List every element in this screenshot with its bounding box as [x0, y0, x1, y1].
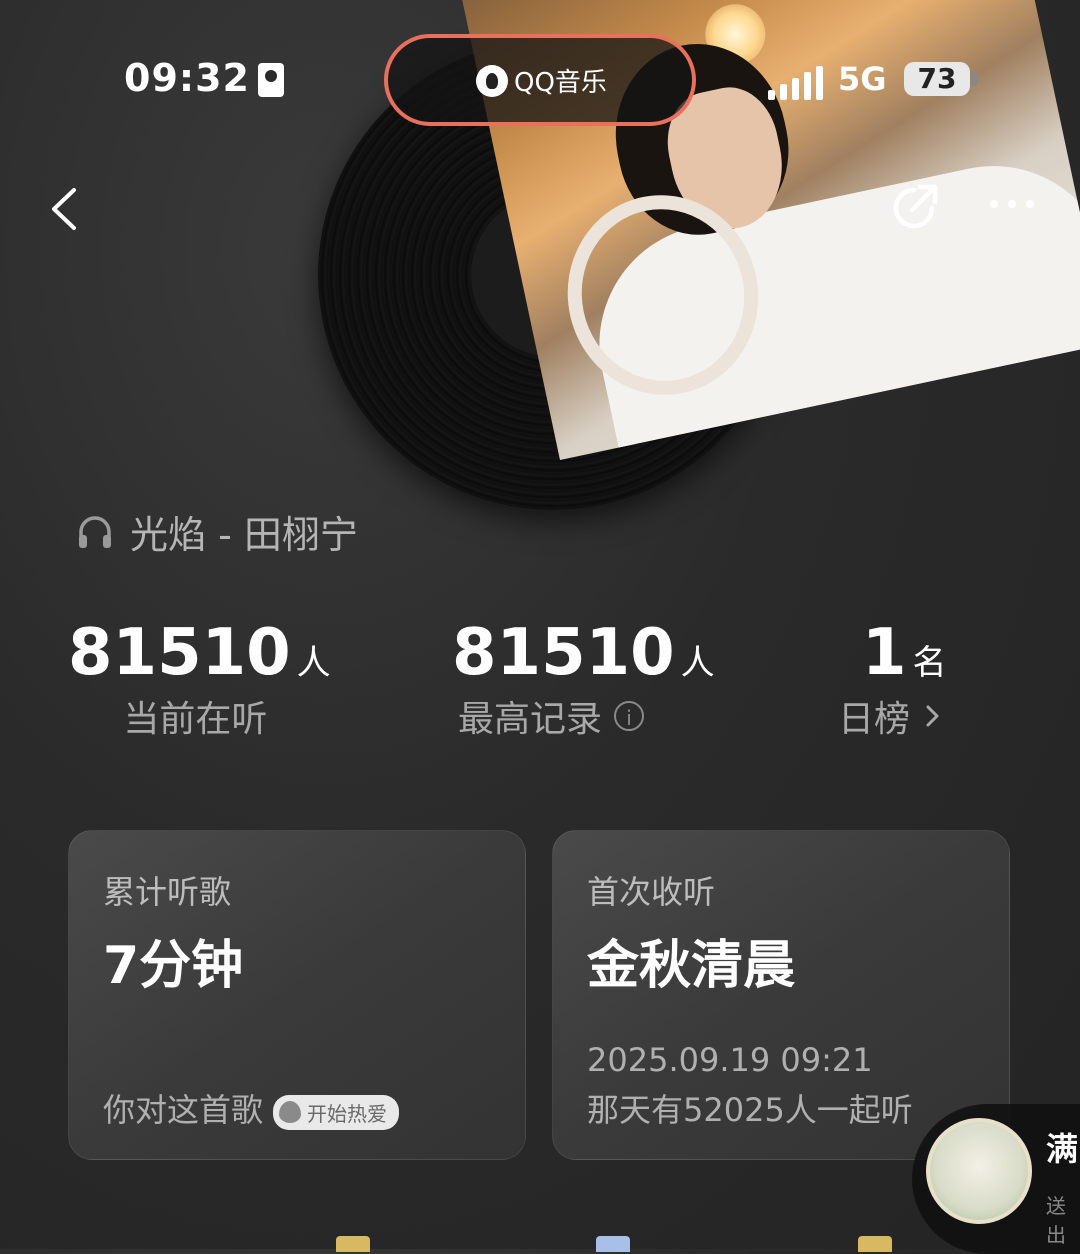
stat-current-unit: 人 — [296, 643, 331, 683]
first-listen-value: 金秋清晨 — [587, 936, 796, 996]
qq-music-icon — [476, 64, 508, 97]
app-indicator: QQ音乐 — [476, 62, 607, 99]
stat-rank-label: 日榜 — [838, 699, 911, 740]
share-icon[interactable] — [888, 182, 940, 234]
stat-rank-unit: 名 — [912, 643, 947, 683]
avatar[interactable] — [926, 1118, 1032, 1224]
stat-record-unit: 人 — [680, 643, 715, 683]
stat-record[interactable]: 81510 人 最高记录 i — [452, 616, 715, 742]
network-type: 5G — [838, 60, 887, 98]
app-name: QQ音乐 — [514, 68, 607, 98]
headphones-icon — [79, 515, 111, 548]
floating-widget-subtext: 送出 — [1046, 1194, 1066, 1247]
signal-icon — [768, 66, 823, 100]
flame-icon — [279, 1101, 302, 1123]
back-icon[interactable] — [44, 186, 86, 232]
total-listen-label: 累计听歌 — [103, 873, 232, 911]
stat-current-value: 81510 — [68, 616, 291, 690]
stat-daily-rank[interactable]: 1名 日榜 — [838, 616, 947, 742]
id-card-icon — [258, 63, 284, 97]
first-listen-label: 首次收听 — [587, 873, 716, 911]
bottom-decoration — [596, 1236, 630, 1252]
total-listen-value: 7分钟 — [103, 936, 244, 996]
bottom-decoration — [858, 1236, 892, 1252]
total-listen-card[interactable]: 累计听歌 7分钟 你对这首歌 开始热爱 — [68, 830, 526, 1160]
info-icon[interactable]: i — [614, 701, 645, 731]
total-listen-footer: 你对这首歌 开始热爱 — [103, 1085, 400, 1131]
status-time: 09:32 — [124, 56, 250, 100]
stat-current: 81510 人 当前在听 — [68, 616, 331, 742]
first-listen-footer: 那天有52025人一起听 — [587, 1091, 913, 1129]
stat-current-label: 当前在听 — [123, 699, 268, 740]
more-icon[interactable] — [990, 200, 1034, 208]
chevron-right-icon — [926, 705, 939, 727]
battery-tip — [972, 72, 978, 86]
first-listen-card[interactable]: 首次收听 金秋清晨 2025.09.19 09:21 那天有52025人一起听 — [552, 830, 1010, 1160]
stat-record-label: 最高记录 — [458, 699, 603, 740]
total-listen-footer-text: 你对这首歌 — [103, 1091, 264, 1129]
love-badge-text: 开始热爱 — [307, 1101, 388, 1126]
song-info[interactable]: 光焰 - 田栩宁 — [76, 504, 358, 559]
battery-icon: 73 — [904, 62, 970, 96]
song-title: 光焰 - 田栩宁 — [130, 513, 358, 557]
first-listen-date: 2025.09.19 09:21 — [587, 1041, 873, 1079]
love-badge: 开始热爱 — [273, 1094, 400, 1130]
stat-rank-value: 1 — [862, 616, 907, 690]
bottom-decoration — [336, 1236, 370, 1252]
floating-widget-text: 满 — [1046, 1130, 1079, 1168]
stat-record-value: 81510 — [452, 616, 675, 690]
